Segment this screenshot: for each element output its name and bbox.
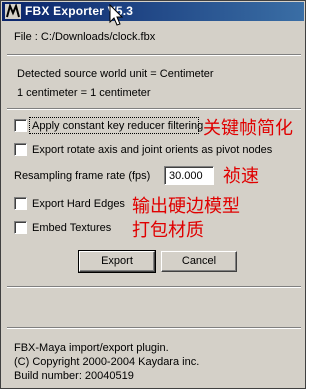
annotation-frame-rate: 祯速 — [223, 166, 259, 187]
cancel-button[interactable]: Cancel — [161, 251, 237, 272]
annotation-key-reducer: 关键帧简化 — [203, 118, 293, 139]
file-path-text: File : C:/Downloads/clock.fbx — [14, 31, 156, 43]
annotation-embed-textures: 打包材质 — [132, 220, 204, 241]
divider — [7, 327, 301, 329]
divider — [7, 108, 301, 110]
title-bar[interactable]: FBX Exporter V5.3 — [2, 2, 304, 21]
rotate-axis-label[interactable]: Export rotate axis and joint orients as … — [32, 144, 272, 156]
build-number-text: Build number: 20040519 — [14, 370, 134, 382]
hard-edges-checkbox[interactable] — [14, 197, 27, 210]
hard-edges-label[interactable]: Export Hard Edges — [32, 198, 125, 210]
embed-textures-checkbox[interactable] — [14, 221, 27, 234]
embed-textures-label[interactable]: Embed Textures — [32, 222, 111, 234]
resampling-label: Resampling frame rate (fps) — [14, 170, 151, 182]
frame-rate-input[interactable]: 30.000 — [164, 166, 214, 185]
fbx-app-icon — [5, 4, 21, 19]
unit-conversion-text: 1 centimeter = 1 centimeter — [17, 87, 151, 99]
divider — [7, 286, 301, 288]
divider — [7, 54, 301, 56]
world-unit-text: Detected source world unit = Centimeter — [17, 68, 214, 80]
plugin-name-text: FBX-Maya import/export plugin. — [14, 342, 169, 354]
export-button[interactable]: Export — [78, 250, 156, 273]
mouse-pointer-icon — [109, 4, 124, 26]
constant-key-reducer-checkbox[interactable] — [14, 119, 27, 132]
rotate-axis-checkbox[interactable] — [14, 143, 27, 156]
constant-key-reducer-label[interactable]: Apply constant key reducer filtering — [32, 120, 203, 132]
copyright-text: (C) Copyright 2000-2004 Kaydara inc. — [14, 356, 200, 368]
annotation-hard-edges: 输出硬边模型 — [132, 196, 240, 217]
fbx-exporter-dialog: FBX Exporter V5.3 File : C:/Downloads/cl… — [0, 0, 306, 389]
